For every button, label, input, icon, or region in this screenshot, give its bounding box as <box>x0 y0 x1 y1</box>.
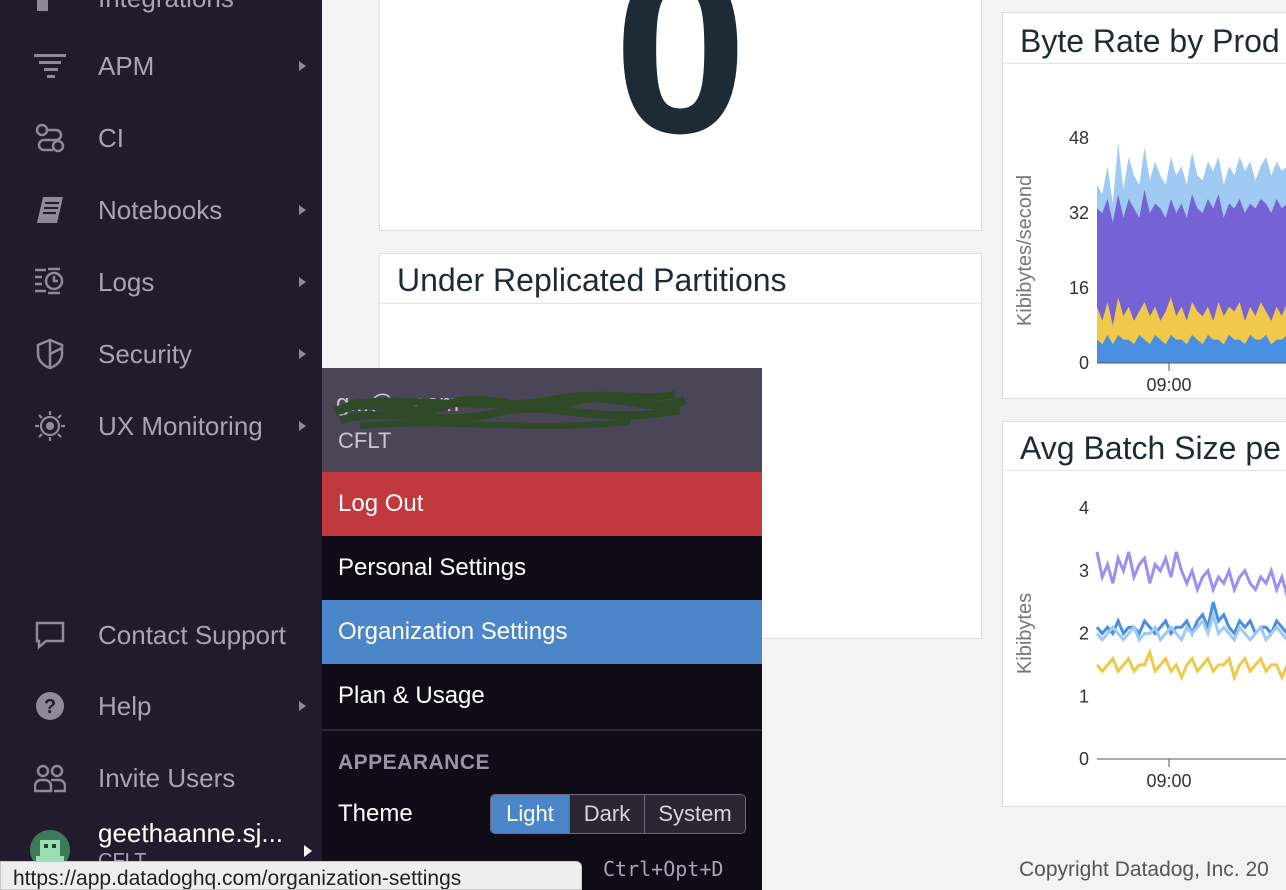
sidebar-item-notebooks[interactable]: Notebooks <box>0 180 322 240</box>
user-name: geethaanne.sj... <box>98 818 284 848</box>
personal-settings-link[interactable]: Personal Settings <box>322 536 762 600</box>
theme-system-button[interactable]: System <box>645 795 745 833</box>
theme-dark-button[interactable]: Dark <box>570 795 645 833</box>
ci-icon <box>33 121 67 155</box>
avg-batch-widget[interactable]: Avg Batch Size pe Kibibytes 0 1 2 3 4 09:00 <box>1002 421 1286 807</box>
chevron-right-icon <box>299 421 306 431</box>
organization-settings-link[interactable]: Organization Settings <box>322 600 762 664</box>
menu-org-name: CFLT <box>338 428 392 453</box>
widget-divider <box>380 303 981 304</box>
widget-title: Under Replicated Partitions <box>397 262 787 298</box>
y-axis-title: Kibibytes/second <box>1014 175 1036 326</box>
shield-icon <box>33 337 67 371</box>
logout-button[interactable]: Log Out <box>322 472 762 536</box>
sidebar-item-label: CI <box>98 122 124 153</box>
sidebar-item-label: Integrations <box>98 0 234 14</box>
chevron-right-icon <box>304 845 312 857</box>
x-tick-label: 09:00 <box>1146 771 1191 791</box>
integrations-icon <box>33 0 67 15</box>
y-tick-label: 3 <box>1079 561 1089 581</box>
y-tick-label: 16 <box>1069 278 1089 298</box>
chevron-right-icon <box>299 701 306 711</box>
menu-divider <box>322 729 762 731</box>
copyright-text: Copyright Datadog, Inc. 20 <box>1019 858 1269 881</box>
help-icon: ? <box>33 689 67 723</box>
sidebar-item-label: Contact Support <box>98 619 286 650</box>
sidebar-item-help[interactable]: ? Help <box>0 676 322 736</box>
avg-batch-chart: Kibibytes 0 1 2 3 4 09:00 <box>1014 498 1286 791</box>
query-value-widget[interactable]: 0 <box>379 0 982 231</box>
svg-text:?: ? <box>44 696 56 718</box>
x-tick-label: 09:00 <box>1146 375 1191 395</box>
widget-divider <box>1003 470 1286 471</box>
widget-title: Byte Rate by Prod <box>1020 23 1280 59</box>
sidebar-item-label: Invite Users <box>98 762 236 793</box>
ux-monitoring-icon <box>33 409 67 443</box>
y-tick-label: 4 <box>1079 498 1089 518</box>
sidebar-item-label: Logs <box>98 266 155 297</box>
big-number-value: 0 <box>613 0 748 183</box>
plan-usage-link[interactable]: Plan & Usage <box>322 664 762 728</box>
invite-users-icon <box>33 761 67 795</box>
theme-toggle-group: Light Dark System <box>490 794 746 834</box>
chevron-right-icon <box>299 205 306 215</box>
sidebar-item-apm[interactable]: APM <box>0 36 322 96</box>
theme-light-button[interactable]: Light <box>491 795 570 833</box>
line-series <box>1095 647 1286 682</box>
sidebar-item-label: Security <box>98 338 192 369</box>
sidebar-item-ux-monitoring[interactable]: UX Monitoring <box>0 396 322 456</box>
line-series <box>1095 609 1286 643</box>
notebook-icon <box>33 193 67 227</box>
sidebar-item-security[interactable]: Security <box>0 324 322 384</box>
chevron-right-icon <box>299 277 306 287</box>
appearance-heading: APPEARANCE <box>338 751 491 774</box>
sidebar-item-label: Help <box>98 690 152 721</box>
link-preview-status-bar: https://app.datadoghq.com/organization-s… <box>0 861 582 890</box>
sidebar-item-contact-support[interactable]: Contact Support <box>0 605 322 665</box>
y-tick-label: 0 <box>1079 353 1089 373</box>
y-tick-label: 0 <box>1079 749 1089 769</box>
sidebar-item-label: Notebooks <box>98 194 223 225</box>
chevron-right-icon <box>299 349 306 359</box>
byte-rate-chart: Kibibytes/second 0 16 32 48 09:00 <box>1014 128 1286 395</box>
byte-rate-widget[interactable]: Byte Rate by Prod Kibibytes/second 0 16 32 4… <box>1002 12 1286 399</box>
sidebar-nav: Integrations APM CI Notebooks Logs Secur… <box>0 0 322 890</box>
theme-shortcut-hint: Ctrl+Opt+D <box>603 857 724 881</box>
user-account-menu: g...@...com CFLT Log Out Personal Settin… <box>322 368 762 890</box>
sidebar-item-invite-users[interactable]: Invite Users <box>0 748 322 808</box>
sidebar-item-logs[interactable]: Logs <box>0 252 322 312</box>
widget-divider <box>1003 63 1286 64</box>
sidebar-item-integrations[interactable]: Integrations <box>0 0 322 28</box>
theme-label: Theme <box>338 800 413 827</box>
sidebar-item-label: APM <box>98 50 155 81</box>
menu-header: g...@...com CFLT <box>322 368 762 472</box>
y-tick-label: 1 <box>1079 686 1089 706</box>
y-tick-label: 32 <box>1069 203 1089 223</box>
line-series <box>1095 551 1286 598</box>
chevron-right-icon <box>299 61 306 71</box>
y-tick-label: 48 <box>1069 128 1089 148</box>
y-tick-label: 2 <box>1079 624 1089 644</box>
apm-icon <box>33 49 67 83</box>
y-axis-title: Kibibytes <box>1014 593 1036 674</box>
sidebar-item-label: UX Monitoring <box>98 410 263 441</box>
widget-title: Avg Batch Size pe <box>1020 430 1281 466</box>
chat-bubble-icon <box>33 618 67 652</box>
sidebar-item-ci[interactable]: CI <box>0 108 322 168</box>
logs-icon <box>33 265 67 299</box>
